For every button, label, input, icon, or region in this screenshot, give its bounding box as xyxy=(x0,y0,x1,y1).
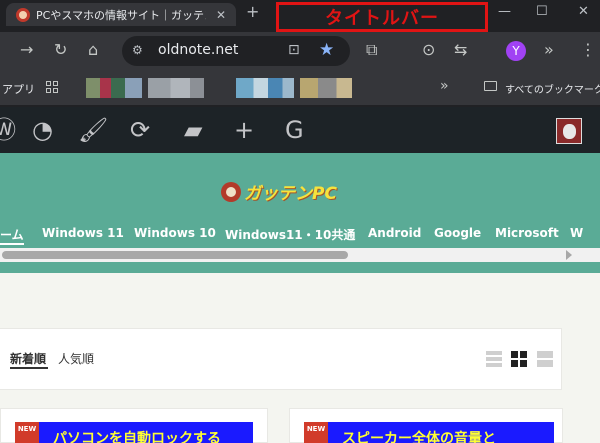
close-tab-icon[interactable]: ✕ xyxy=(216,8,226,22)
menu-icon[interactable]: ⋮ xyxy=(580,40,596,60)
minimize-icon[interactable]: — xyxy=(498,4,511,19)
tab-title: PCやスマホの情報サイト｜ガッテンP xyxy=(36,8,206,22)
site-logo[interactable]: ガッテンPC xyxy=(221,179,337,204)
install-app-icon[interactable]: ⊡ xyxy=(288,42,300,58)
nav-item[interactable]: Windows 10 xyxy=(134,226,216,240)
more-bookmarks-icon[interactable]: » xyxy=(440,78,449,94)
home-icon[interactable]: ⌂ xyxy=(88,40,98,60)
nav-item[interactable]: Google xyxy=(434,226,481,240)
post-card[interactable]: NEW パソコンを自動ロックする xyxy=(0,408,268,443)
post-thumbnail[interactable]: スピーカー全体の音量と xyxy=(328,422,554,443)
grid-view-icon[interactable] xyxy=(511,351,527,367)
customize-brush-icon[interactable]: 🖌 xyxy=(78,117,108,143)
global-nav: ーム Windows 11 Windows 10 Windows11・10共通 … xyxy=(0,223,600,245)
google-icon[interactable]: G xyxy=(285,117,304,143)
scrollbar-thumb[interactable] xyxy=(2,251,348,259)
wordpress-icon[interactable]: Ⓦ xyxy=(0,117,16,143)
site-favicon-icon xyxy=(16,7,30,22)
user-avatar[interactable] xyxy=(556,118,582,144)
blurred-bookmark[interactable] xyxy=(236,78,294,98)
dashboard-icon[interactable]: ◔ xyxy=(32,117,53,143)
main-content: 新着順 人気順 NEW パソコンを自動ロックする NEW スピーカー全体の音量と xyxy=(0,273,600,443)
close-window-icon[interactable]: ✕ xyxy=(578,4,589,19)
nav-item[interactable]: ーム xyxy=(0,226,24,243)
nav-active-indicator xyxy=(0,243,24,245)
list-view-icon[interactable] xyxy=(486,351,502,367)
post-title: スピーカー全体の音量と xyxy=(342,431,496,443)
reload-icon[interactable]: ↻ xyxy=(54,40,67,60)
nav-item[interactable]: Windows11・10共通 xyxy=(225,226,355,243)
mascot-icon xyxy=(221,181,241,202)
active-tab-indicator xyxy=(10,367,48,369)
address-bar[interactable]: ⚙ oldnote.net ⊡ ★ xyxy=(122,36,350,66)
new-badge: NEW xyxy=(15,422,39,443)
blurred-bookmark[interactable] xyxy=(86,78,142,98)
apps-grid-icon[interactable] xyxy=(46,81,58,93)
blurred-bookmark[interactable] xyxy=(148,78,204,98)
bookmark-apps[interactable]: アプリ xyxy=(2,81,35,97)
tab-newest[interactable]: 新着順 xyxy=(10,350,46,367)
bookmarks-bar: アプリ » すべてのブックマーク xyxy=(0,70,600,106)
url-text: oldnote.net xyxy=(158,42,239,58)
tab-popular[interactable]: 人気順 xyxy=(58,350,94,367)
browser-tab[interactable]: PCやスマホの情報サイト｜ガッテンP ✕ xyxy=(6,3,236,26)
sort-card: 新着順 人気順 xyxy=(0,328,562,390)
nav-item[interactable]: W xyxy=(570,226,583,240)
row-view-icon[interactable] xyxy=(537,351,553,367)
post-thumbnail[interactable]: パソコンを自動ロックする xyxy=(39,422,253,443)
profile-avatar[interactable]: Y xyxy=(506,41,526,61)
new-badge: NEW xyxy=(304,422,328,443)
folder-icon xyxy=(484,81,497,91)
title-bar-annotation: タイトルバー xyxy=(276,2,488,32)
more-extensions-icon[interactable]: » xyxy=(544,40,554,60)
scroll-right-icon[interactable] xyxy=(566,250,572,260)
site-header: ガッテンPC ーム Windows 11 Windows 10 Windows1… xyxy=(0,153,600,273)
blurred-bookmark[interactable] xyxy=(300,78,352,98)
wp-admin-bar: Ⓦ ◔ 🖌 ⟳ ▰ + G xyxy=(0,107,600,153)
nav-item[interactable]: Microsoft xyxy=(495,226,559,240)
post-card[interactable]: NEW スピーカー全体の音量と xyxy=(289,408,563,443)
nav-item[interactable]: Android xyxy=(368,226,421,240)
forward-icon[interactable]: → xyxy=(20,40,33,60)
maximize-icon[interactable]: ☐ xyxy=(536,4,548,19)
translate-icon[interactable]: ⇆ xyxy=(454,40,467,60)
screenshot-icon[interactable]: ⊙ xyxy=(422,40,435,60)
updates-icon[interactable]: ⟳ xyxy=(130,117,150,143)
new-content-icon[interactable]: + xyxy=(234,117,254,143)
bookmark-star-icon[interactable]: ★ xyxy=(319,40,334,60)
nav-item[interactable]: Windows 11 xyxy=(42,226,124,240)
logo-text: ガッテンPC xyxy=(244,184,337,204)
site-info-icon[interactable]: ⚙ xyxy=(132,43,143,57)
new-tab-icon[interactable]: + xyxy=(246,2,259,21)
all-bookmarks[interactable]: すべてのブックマーク xyxy=(505,81,600,96)
comments-icon[interactable]: ▰ xyxy=(184,117,202,143)
nav-scrollbar[interactable] xyxy=(0,248,600,262)
extensions-icon[interactable]: ⧉ xyxy=(366,40,377,60)
post-title: パソコンを自動ロックする xyxy=(53,431,221,443)
